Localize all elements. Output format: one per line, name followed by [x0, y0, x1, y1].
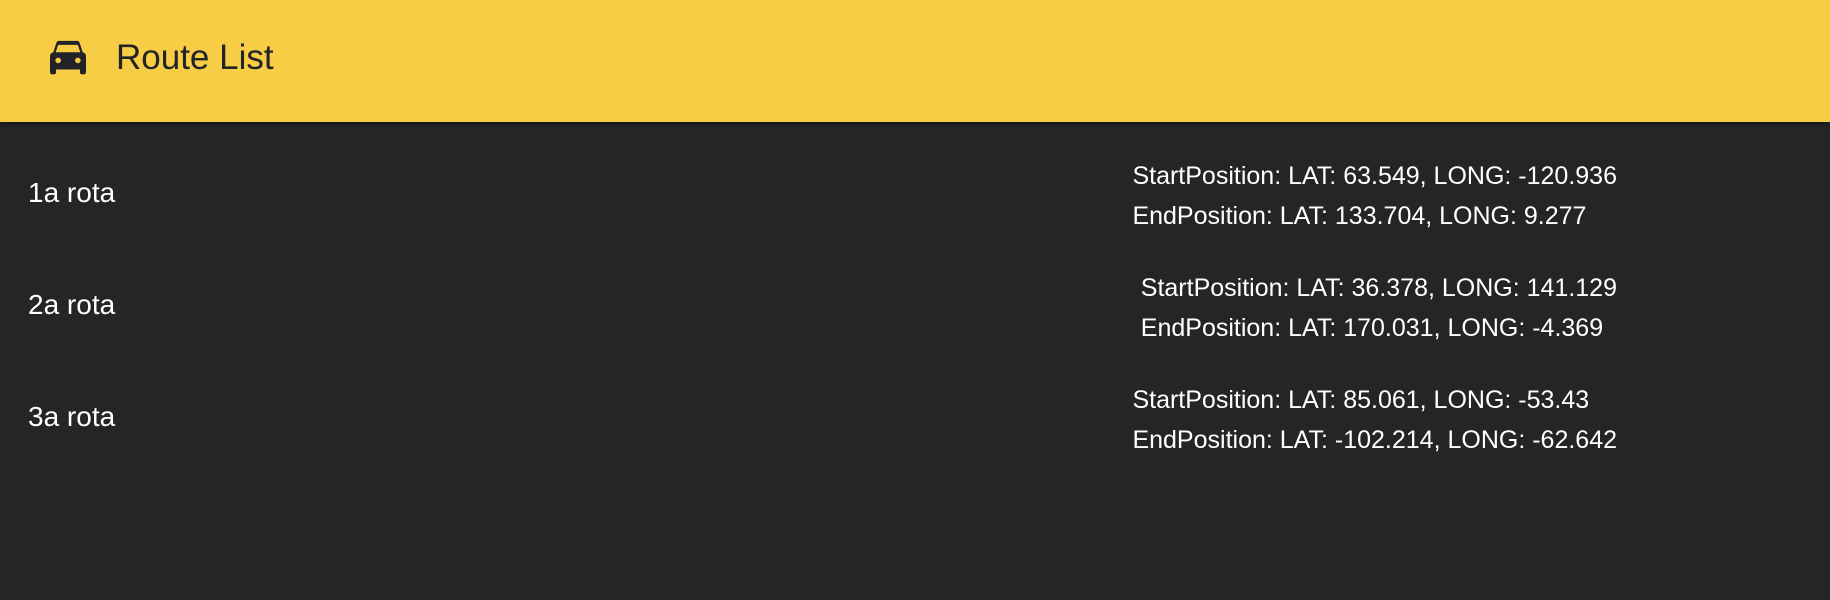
start-position: StartPosition: LAT: 36.378, LONG: 141.12… [1140, 274, 1617, 302]
route-list-item[interactable]: 2a rota StartPosition: LAT: 36.378, LONG… [0, 268, 1830, 380]
route-name: 1a rota [28, 177, 116, 208]
car-icon [50, 40, 86, 75]
route-list-item[interactable]: 3a rota StartPosition: LAT: 85.061, LONG… [0, 380, 1830, 492]
route-coordinates: StartPosition: LAT: 85.061, LONG: -53.43… [1132, 380, 1617, 460]
route-name: 2a rota [28, 289, 116, 320]
end-position: EndPosition: LAT: -102.214, LONG: -62.64… [1132, 426, 1617, 454]
route-coordinates: StartPosition: LAT: 63.549, LONG: -120.9… [1132, 156, 1617, 236]
route-list-item[interactable]: 1a rota StartPosition: LAT: 63.549, LONG… [0, 156, 1830, 268]
route-coordinates: StartPosition: LAT: 36.378, LONG: 141.12… [1141, 268, 1617, 348]
end-position: EndPosition: LAT: 170.031, LONG: -4.369 [1140, 314, 1604, 342]
start-position: StartPosition: LAT: 63.549, LONG: -120.9… [1132, 162, 1617, 190]
start-position: StartPosition: LAT: 85.061, LONG: -53.43 [1132, 386, 1590, 414]
page-title: Route List [116, 38, 274, 77]
route-name: 3a rota [28, 401, 116, 432]
end-position: EndPosition: LAT: 133.704, LONG: 9.277 [1132, 202, 1587, 230]
app-bar: Route List [0, 0, 1830, 122]
